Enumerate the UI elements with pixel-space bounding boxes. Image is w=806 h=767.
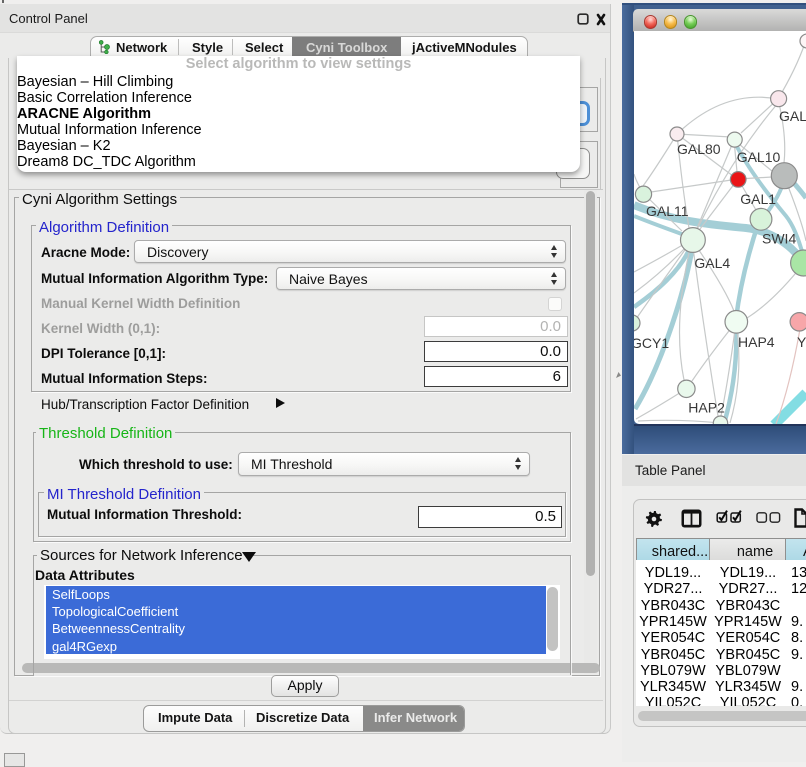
svg-text:GAL1: GAL1 — [740, 191, 776, 207]
svg-text:Y: Y — [797, 334, 806, 350]
svg-text:GAL11: GAL11 — [646, 203, 689, 219]
svg-text:HAP4: HAP4 — [738, 334, 775, 350]
svg-text:GCY1: GCY1 — [634, 335, 669, 351]
svg-text:GAL80: GAL80 — [677, 141, 721, 157]
svg-text:GAL4: GAL4 — [694, 255, 730, 271]
svg-text:SWI4: SWI4 — [762, 231, 796, 247]
svg-text:HAP2: HAP2 — [688, 400, 725, 416]
svg-text:GAL10: GAL10 — [737, 149, 781, 165]
svg-text:GAL7: GAL7 — [779, 108, 806, 124]
